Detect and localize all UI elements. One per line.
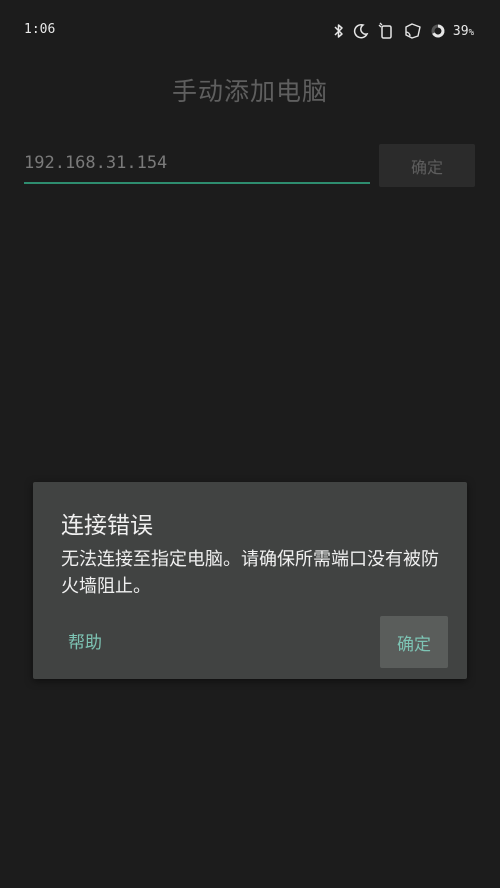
page-title: 手动添加电脑: [171, 77, 328, 106]
screen: 1:06 39% 手动添加电脑 192.168.31.154 确定 连接错误 无…: [0, 0, 500, 888]
battery-percent: 39%: [452, 23, 474, 39]
status-icons: 39%: [333, 20, 474, 42]
ip-input-field[interactable]: [24, 144, 370, 184]
vibrate-icon: [377, 22, 395, 40]
status-bar: 1:06 39%: [0, 0, 500, 62]
battery-ring-icon: [431, 24, 445, 38]
status-time: 1:06: [24, 22, 56, 37]
dialog-message: 无法连接至指定电脑。请确保所需端口没有被防火墙阻止。: [61, 549, 439, 597]
confirm-button[interactable]: 确定: [379, 144, 475, 187]
connection-error-dialog: 连接错误 无法连接至指定电脑。请确保所需端口没有被防火墙阻止。 帮助 确定: [33, 482, 467, 679]
do-not-disturb-icon: [353, 23, 369, 39]
cast-icon: [403, 22, 423, 40]
dialog-ok-button[interactable]: 确定: [380, 616, 448, 668]
dialog-title: 连接错误: [61, 513, 153, 539]
help-button[interactable]: 帮助: [68, 628, 102, 653]
ip-address-input[interactable]: [24, 144, 370, 182]
bluetooth-icon: [333, 23, 345, 39]
